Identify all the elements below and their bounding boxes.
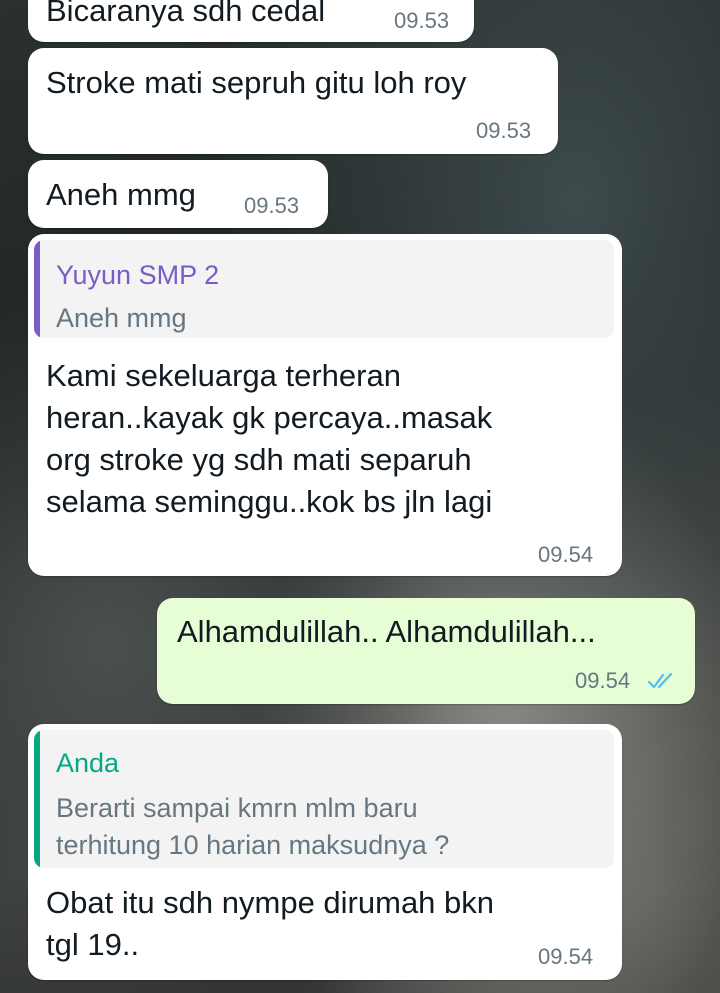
quote-bar — [34, 240, 40, 338]
message-line: org stroke yg sdh mati separuh — [46, 442, 472, 477]
quote-text: Aneh mmg — [56, 303, 187, 333]
incoming-message[interactable]: Stroke mati sepruh gitu loh roy 09.53 — [28, 48, 558, 154]
quote-bar — [34, 730, 40, 868]
outgoing-message[interactable]: Alhamdulillah.. Alhamdulillah... 09.54 — [157, 598, 695, 704]
message-line: Kami sekeluarga terheran — [46, 358, 401, 393]
quote-text: terhitung 10 harian maksudnya ? — [56, 830, 450, 860]
message-line: Obat itu sdh nympe dirumah bkn — [46, 885, 495, 920]
incoming-reply-message[interactable]: Anda Berarti sampai kmrn mlm baru terhit… — [28, 724, 622, 980]
message-text: Stroke mati sepruh gitu loh roy — [46, 65, 467, 100]
message-line: heran..kayak gk percaya..masak — [46, 400, 493, 435]
message-text: Aneh mmg — [46, 177, 196, 212]
quoted-message[interactable]: Anda Berarti sampai kmrn mlm baru terhit… — [34, 730, 614, 868]
incoming-message[interactable]: Bicaranya sdh cedal 09.53 — [28, 0, 474, 42]
quote-text: Berarti sampai kmrn mlm baru — [56, 793, 418, 823]
message-time: 09.54 — [575, 668, 631, 693]
read-ticks-icon — [647, 672, 673, 689]
message-time: 09.54 — [538, 944, 594, 969]
message-text: Alhamdulillah.. Alhamdulillah... — [177, 614, 596, 649]
incoming-message[interactable]: Aneh mmg 09.53 — [28, 160, 328, 228]
message-time: 09.53 — [476, 118, 532, 143]
incoming-reply-message[interactable]: Yuyun SMP 2 Aneh mmg Kami sekeluarga ter… — [28, 234, 622, 576]
message-line: selama seminggu..kok bs jln lagi — [46, 484, 493, 519]
message-time: 09.54 — [538, 542, 594, 567]
quote-author: Anda — [56, 748, 120, 778]
message-text: Bicaranya sdh cedal — [46, 0, 326, 28]
message-time: 09.53 — [244, 193, 300, 218]
quoted-message[interactable]: Yuyun SMP 2 Aneh mmg — [34, 240, 614, 338]
message-line: tgl 19.. — [46, 927, 140, 962]
message-time: 09.53 — [394, 8, 450, 33]
quote-author: Yuyun SMP 2 — [56, 260, 220, 290]
